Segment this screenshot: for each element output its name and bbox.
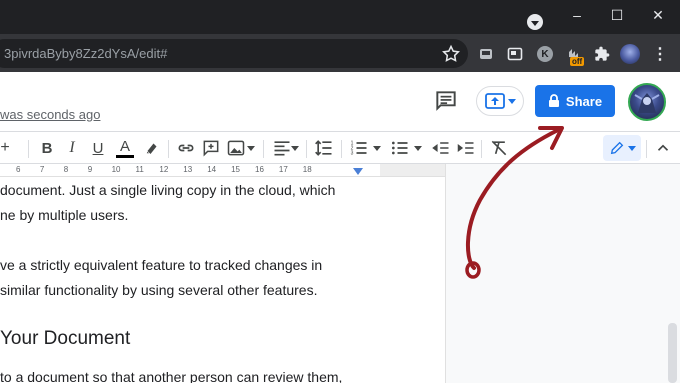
ruler[interactable]: 6 7 8 9 10 11 12 13 14 15 16 17 18 <box>0 164 445 177</box>
toolbar-divider <box>168 140 169 158</box>
annotation-arrow <box>465 126 564 279</box>
extensions-puzzle-icon[interactable] <box>592 44 612 64</box>
font-size-increase-button[interactable]: + <box>0 136 10 160</box>
document-line: document. Just a single living copy in t… <box>0 182 336 198</box>
indent-marker-icon[interactable] <box>353 168 363 175</box>
numbered-list-icon[interactable]: 1 2 3 <box>349 136 369 160</box>
document-line: ne by multiple users. <box>0 207 129 223</box>
ruler-number: 17 <box>278 165 288 174</box>
italic-button[interactable]: I <box>62 136 82 160</box>
pencil-icon <box>610 141 623 155</box>
bulleted-list-icon[interactable] <box>390 136 410 160</box>
document-line: to a document so that another person can… <box>0 369 343 383</box>
ruler-number: 9 <box>87 165 93 174</box>
ruler-number: 11 <box>135 165 144 174</box>
bookmark-star-icon[interactable] <box>441 44 461 64</box>
add-comment-icon[interactable] <box>201 136 221 160</box>
document-heading: Your Document <box>0 328 131 349</box>
minimize-button[interactable]: – <box>557 4 597 26</box>
chrome-menu-icon[interactable]: ⋮ <box>650 44 670 64</box>
last-edit-link[interactable]: was seconds ago <box>0 107 100 122</box>
ruler-number: 12 <box>159 165 169 174</box>
text-color-letter: A <box>119 137 130 155</box>
ruler-number: 18 <box>302 165 312 174</box>
toolbar-divider <box>341 140 342 158</box>
align-left-icon[interactable] <box>272 136 292 160</box>
chevron-down-icon[interactable] <box>291 136 299 160</box>
ruler-margin <box>380 164 445 176</box>
maximize-button[interactable]: ☐ <box>597 4 637 26</box>
ruler-number: 15 <box>231 165 240 174</box>
ruler-number: 16 <box>255 165 264 174</box>
user-avatar[interactable] <box>628 83 666 121</box>
present-button[interactable] <box>476 86 524 116</box>
share-label: Share <box>565 93 603 109</box>
scrollbar-thumb[interactable] <box>668 323 677 383</box>
insert-link-icon[interactable] <box>176 136 196 160</box>
extension-icon[interactable] <box>505 44 525 64</box>
toolbar-divider <box>263 140 264 158</box>
bold-button[interactable]: B <box>37 136 57 160</box>
present-icon <box>484 93 505 109</box>
ruler-number: 14 <box>207 165 217 174</box>
document-line: ve a strictly equivalent feature to trac… <box>0 257 323 273</box>
chevron-down-icon <box>627 145 636 151</box>
highlight-pen-icon[interactable] <box>143 136 161 160</box>
tab-search-icon[interactable] <box>527 14 543 30</box>
toolbar-divider <box>306 140 307 158</box>
text-color-swatch <box>116 154 134 158</box>
share-button[interactable]: Share <box>535 85 615 117</box>
chevron-down-icon[interactable] <box>247 136 255 160</box>
toolbar-divider <box>28 140 29 158</box>
extension-off-icon[interactable]: off <box>565 44 585 66</box>
ruler-number: 10 <box>111 165 121 174</box>
comment-history-icon[interactable] <box>433 88 459 114</box>
lock-icon <box>548 94 559 107</box>
chevron-down-icon[interactable] <box>414 136 422 160</box>
ruler-number: 6 <box>16 165 21 174</box>
ruler-number: 13 <box>183 165 193 174</box>
insert-image-icon[interactable] <box>226 136 246 160</box>
line-spacing-icon[interactable] <box>314 136 334 160</box>
editing-mode-button[interactable] <box>603 135 641 161</box>
chevron-up-icon[interactable] <box>654 136 672 160</box>
ruler-number: 7 <box>39 165 45 174</box>
profile-avatar-icon[interactable] <box>620 44 640 64</box>
extension-badge: off <box>570 57 585 66</box>
url-text[interactable]: 3pivrdaByby8Zz2dYsA/edit# <box>4 39 167 68</box>
document-line: similar functionality by using several o… <box>0 282 318 298</box>
profile-k-icon[interactable]: K <box>535 44 555 64</box>
browser-titlebar: – ☐ ✕ <box>0 0 680 34</box>
ruler-number: 8 <box>63 165 69 174</box>
chevron-down-icon[interactable] <box>373 136 381 160</box>
svg-text:3: 3 <box>351 151 354 157</box>
toolbar-divider <box>646 140 647 158</box>
close-button[interactable]: ✕ <box>638 4 678 26</box>
underline-button[interactable]: U <box>88 136 108 160</box>
text-color-button[interactable]: A <box>114 136 136 160</box>
address-bar[interactable]: 3pivrdaByby8Zz2dYsA/edit# <box>0 39 468 68</box>
browser-toolbar: 3pivrdaByby8Zz2dYsA/edit# K off ⋮ <box>0 34 680 72</box>
extension-icon[interactable] <box>476 44 496 64</box>
document-body[interactable]: document. Just a single living copy in t… <box>0 178 445 383</box>
chevron-down-icon <box>507 98 516 104</box>
